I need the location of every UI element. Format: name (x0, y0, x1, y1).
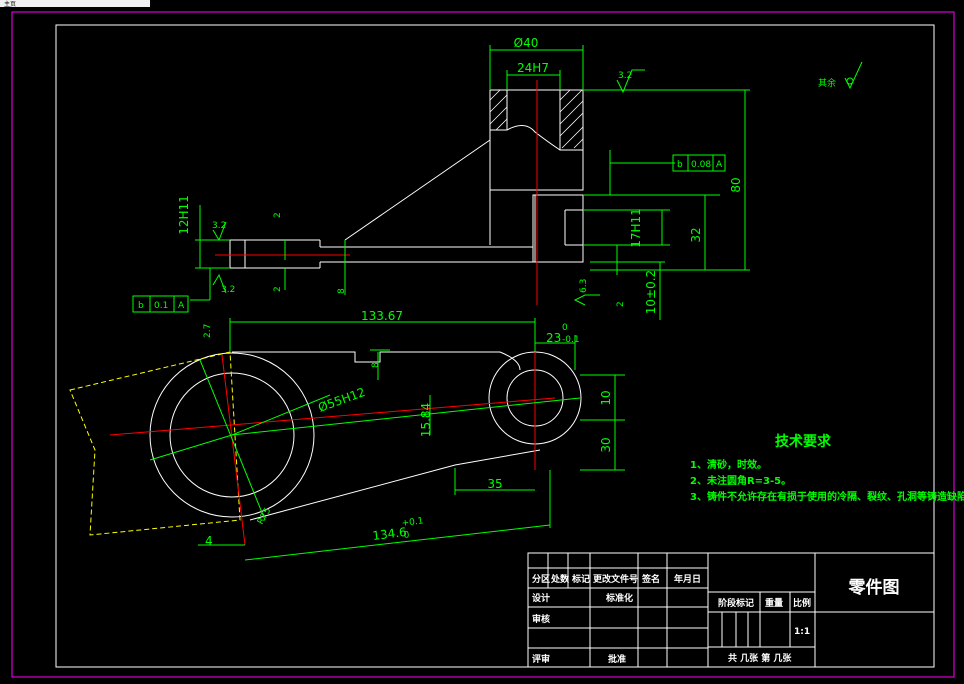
tb-chushu: 处数 (550, 573, 570, 585)
roughness-3-2-top: 3.2 (618, 71, 632, 81)
window-tab-label: 主页 (4, 0, 16, 8)
svg-text:0.08: 0.08 (691, 160, 711, 170)
dim-width-23-tol-upper: 0 (562, 323, 568, 333)
dim-height-32: 32 (689, 227, 703, 242)
dim-length-133: 133.67 (361, 309, 403, 323)
tb-gengai: 更改文件号 (593, 573, 638, 585)
window-tab[interactable] (0, 0, 150, 7)
dim-angle: 2.7 (203, 324, 213, 338)
elevation-view (229, 89, 584, 269)
svg-text:b: b (677, 160, 683, 170)
roughness-3-2-left: 3.2 (212, 221, 226, 231)
tech-req-item-2: 2、未注圆角R=3-5。 (690, 474, 791, 487)
tb-bili: 比例 (793, 597, 811, 609)
cad-drawing: 主页 Ø40 24H7 80 32 17H11 10±0.2 12H11 2 2… (0, 0, 964, 678)
title-block (527, 552, 935, 668)
tb-biaoji: 标记 (571, 573, 590, 585)
drawing-title: 零件图 (848, 577, 900, 598)
tb-scale: 1:1 (794, 627, 810, 637)
surface-note: 其余 (818, 77, 836, 89)
roughness-3-2-bottom: 3.2 (221, 285, 235, 295)
dim-length-134-tol-lower: 0 (403, 530, 410, 541)
svg-text:A: A (178, 301, 185, 311)
fcf-left: b 0.1 A (132, 295, 189, 313)
dim-17h11: 17H11 (629, 208, 643, 248)
dim-2b: 2 (273, 286, 283, 292)
dim-12h11: 12H11 (177, 195, 191, 235)
dim-2c: 2 (616, 301, 626, 307)
tb-sheji: 设计 (532, 592, 550, 604)
dim-15-84: 15.84 (419, 403, 433, 437)
roughness-6-3: 6.3 (579, 279, 589, 293)
dim-width-24h7: 24H7 (517, 61, 549, 75)
dim-35: 35 (487, 477, 502, 491)
tb-jieduan: 阶段标记 (718, 597, 754, 609)
tb-biaozhunhua: 标准化 (605, 592, 633, 604)
dim-width-23: 23 (546, 331, 561, 345)
dim-10-plan: 10 (599, 390, 613, 405)
tb-qianming: 签名 (641, 573, 660, 585)
dim-8a: 8 (337, 288, 347, 294)
sheet-inner-border (55, 24, 935, 668)
dim-length-134-tol-upper: +0.1 (401, 516, 424, 529)
dim-diameter-55h12: Ø55H12 (316, 385, 367, 415)
tb-zhongliang: 重量 (765, 597, 783, 609)
svg-text:A: A (716, 160, 723, 170)
tb-nianyueri: 年月日 (674, 573, 701, 585)
tech-req-item-3: 3、铸件不允许存在有损于使用的冷隔、裂纹、孔洞等铸造缺陷。 (690, 490, 964, 503)
plan-view (69, 330, 582, 546)
svg-text:0.1: 0.1 (154, 301, 168, 311)
tb-pizhun: 批准 (608, 653, 626, 665)
dim-height-80: 80 (729, 177, 743, 192)
tb-gongyi: 评审 (532, 653, 550, 665)
elevation-dimension-lines (190, 45, 750, 320)
dim-10-tol: 10±0.2 (644, 270, 658, 314)
dim-8b: 8 (371, 362, 381, 368)
dim-30-plan: 30 (599, 437, 613, 452)
fcf-top: b 0.08 A (672, 154, 726, 172)
sheet-outer-border (11, 11, 955, 678)
dim-diameter-40: Ø40 (514, 36, 539, 50)
tb-sheets: 共 几张 第 几张 (728, 652, 792, 664)
tb-fenqu: 分区 (532, 573, 550, 585)
tb-shenhe: 审核 (532, 613, 550, 625)
dim-r75: R75 (256, 506, 274, 526)
dim-width-23-tol-lower: -0.1 (562, 335, 580, 345)
dim-4: 4 (205, 534, 213, 548)
dim-2a: 2 (273, 212, 283, 218)
svg-text:b: b (138, 301, 144, 311)
tech-req-item-1: 1、清砂，时效。 (690, 458, 767, 471)
tech-req-heading: 技术要求 (775, 433, 832, 450)
